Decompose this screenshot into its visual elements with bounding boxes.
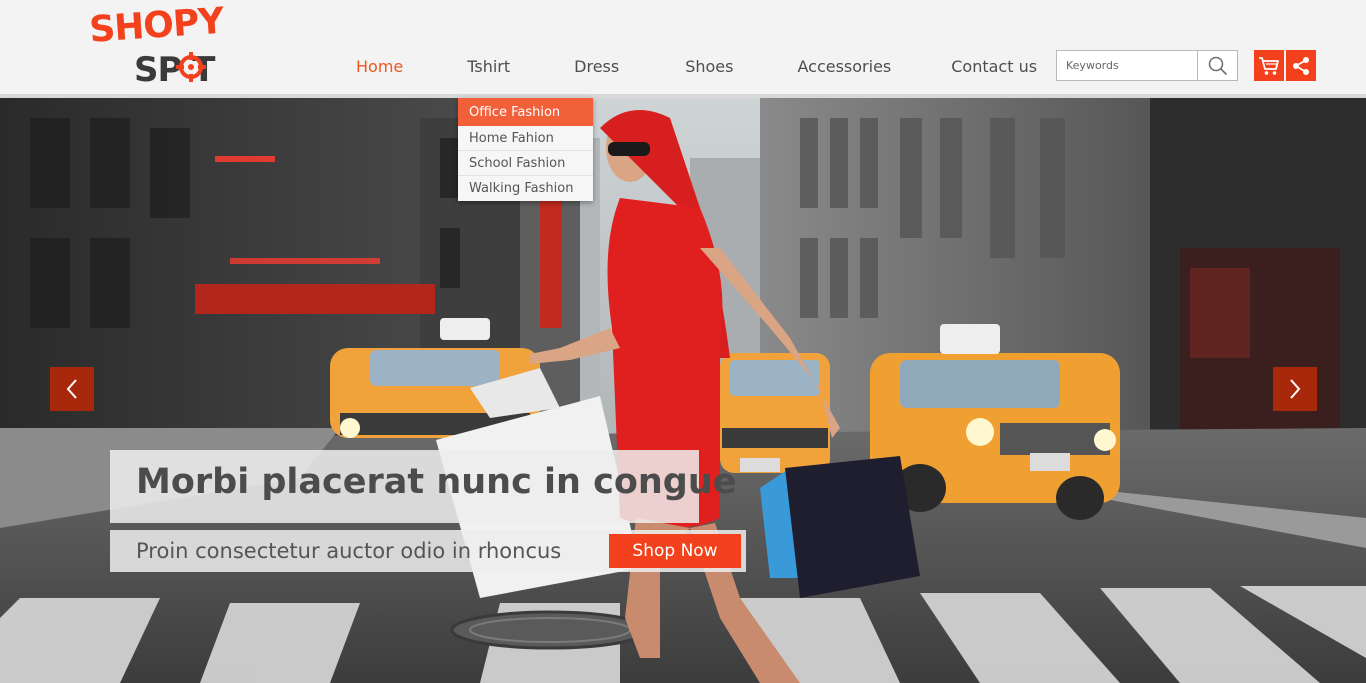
hero-image — [0, 98, 1366, 683]
home-submenu: Office Fashion Home Fahion School Fashio… — [458, 98, 593, 201]
nav-contact-us[interactable]: Contact us — [951, 0, 1037, 94]
cart-button[interactable] — [1254, 50, 1284, 81]
slide-title: Morbi placerat nunc in congue — [136, 462, 737, 502]
main-nav: Home Tshirt Dress Shoes Accessories Cont… — [340, 0, 1037, 98]
share-button[interactable] — [1286, 50, 1316, 81]
slide-subtitle: Proin consectetur auctor odio in rhoncus — [136, 539, 562, 563]
nav-dress[interactable]: Dress — [574, 0, 619, 94]
nav-shoes[interactable]: Shoes — [685, 0, 733, 94]
shop-now-button[interactable]: Shop Now — [609, 534, 741, 568]
nav-tshirt[interactable]: Tshirt — [467, 0, 510, 94]
search-box — [1056, 50, 1238, 81]
slide-title-box: Morbi placerat nunc in congue — [110, 450, 737, 523]
site-header: SHOPY SP T Home Tshirt Dress Shoes Acces… — [0, 0, 1366, 98]
chevron-right-icon — [1290, 379, 1301, 399]
target-icon — [176, 52, 206, 82]
nav-accessories[interactable]: Accessories — [797, 0, 891, 94]
share-icon — [1293, 56, 1309, 75]
logo-word-top: SHOPY — [88, 0, 225, 51]
taxi-middle — [720, 353, 830, 473]
hero-slider: Morbi placerat nunc in congue Proin cons… — [0, 98, 1366, 683]
search-input[interactable] — [1057, 51, 1197, 80]
submenu-item-office-fashion[interactable]: Office Fashion — [458, 98, 593, 126]
submenu-item-school-fashion[interactable]: School Fashion — [458, 151, 593, 176]
shopyspot-logo[interactable]: SHOPY SP T — [88, 1, 238, 90]
slide-subtitle-box: Proin consectetur auctor odio in rhoncus… — [110, 530, 746, 572]
chevron-left-icon — [66, 379, 77, 399]
taxi-right — [870, 324, 1120, 520]
nav-home[interactable]: Home — [356, 0, 404, 98]
slider-prev-button[interactable] — [50, 367, 94, 411]
cart-icon — [1259, 56, 1279, 75]
submenu-item-walking-fashion[interactable]: Walking Fashion — [458, 176, 593, 201]
search-button[interactable] — [1197, 51, 1237, 80]
search-icon — [1208, 56, 1227, 75]
submenu-item-home-fahion[interactable]: Home Fahion — [458, 126, 593, 151]
slider-next-button[interactable] — [1273, 367, 1317, 411]
